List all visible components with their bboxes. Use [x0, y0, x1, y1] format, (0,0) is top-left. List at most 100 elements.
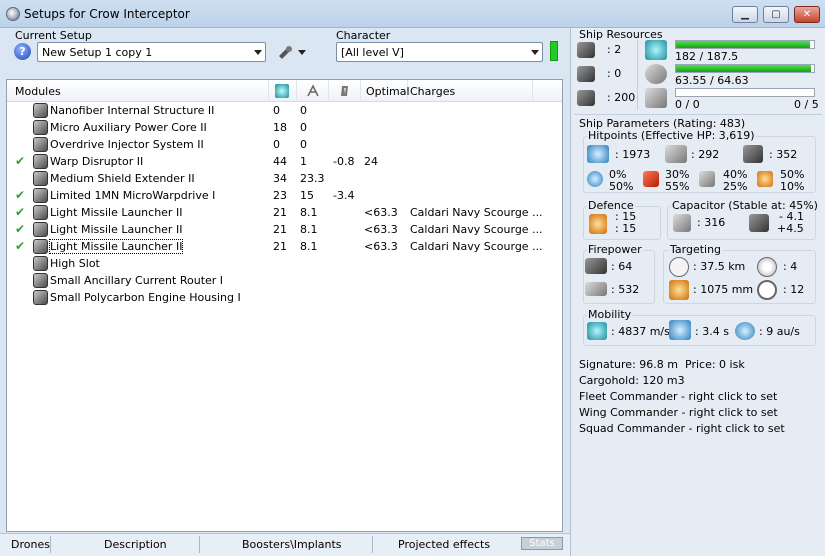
module-name: Warp Disruptor II — [50, 155, 144, 168]
col-power[interactable] — [297, 80, 329, 102]
setup-tools-icon[interactable] — [276, 43, 308, 61]
modules-header: Modules Optimal Charges — [7, 80, 562, 102]
setup-select-value: New Setup 1 copy 1 — [42, 46, 153, 59]
launcher-hardpoint-icon — [577, 66, 595, 82]
power-grid-icon — [306, 84, 320, 98]
module-cpu: 21 — [273, 223, 287, 236]
module-power: 8.1 — [300, 223, 318, 236]
module-power: 8.1 — [300, 240, 318, 253]
module-name: Overdrive Injector System II — [50, 138, 204, 151]
table-row[interactable]: Small Ancillary Current Router I — [7, 272, 562, 289]
module-power: 23.3 — [300, 172, 325, 185]
stats-button[interactable]: Stats — [521, 537, 563, 550]
setup-select[interactable]: New Setup 1 copy 1 — [37, 42, 266, 62]
table-row[interactable]: ✔ Light Missile Launcher II 21 8.1 <63.3 Cald… — [7, 204, 562, 221]
drone-bar — [675, 88, 815, 97]
explosive-resist-icon — [757, 171, 773, 187]
table-row[interactable]: Micro Auxiliary Power Core II 18 0 — [7, 119, 562, 136]
tab-projected-effects[interactable]: Projected effects — [398, 538, 490, 551]
col-optimal[interactable]: Optimal — [361, 80, 410, 102]
capacitor-recharge-icon — [749, 214, 769, 232]
armor-icon — [665, 145, 687, 163]
velocity-value: : 4837 m/s — [611, 325, 670, 338]
module-icon — [33, 290, 48, 305]
character-status-indicator — [550, 41, 558, 61]
squad-commander-slot[interactable]: Squad Commander - right click to set — [579, 422, 785, 435]
capacitor-icon — [673, 214, 691, 232]
col-charges[interactable]: Charges — [408, 80, 533, 102]
table-row[interactable]: ✔ Light Missile Launcher II 21 8.1 <63.3 Cald… — [7, 238, 562, 255]
sensor-strength: : 12 — [783, 283, 805, 296]
col-cpu[interactable] — [269, 80, 297, 102]
module-name: Micro Auxiliary Power Core II — [50, 121, 207, 134]
firepower-a: : 64 — [611, 260, 633, 273]
active-check-icon: ✔ — [15, 154, 26, 168]
drone-bandwidth-value: 0 / 5 — [794, 98, 819, 111]
tab-drones[interactable]: Drones — [11, 538, 50, 551]
velocity-icon — [587, 322, 607, 340]
table-row[interactable]: ✔ Light Missile Launcher II 21 8.1 <63.3 Cald… — [7, 221, 562, 238]
table-row[interactable]: ✔ Warp Disruptor II 44 1 -0.8 24 — [7, 153, 562, 170]
col-charges-label: Charges — [410, 85, 456, 98]
module-power: 8.1 — [300, 206, 318, 219]
thermal-resist-b: 55% — [665, 180, 690, 193]
shield-hp: : 1973 — [615, 148, 651, 161]
armor-hp: : 292 — [691, 148, 720, 161]
module-name: Light Missile Launcher II — [48, 239, 184, 254]
fleet-commander-slot[interactable]: Fleet Commander - right click to set — [579, 390, 777, 403]
divider — [574, 114, 822, 115]
module-icon — [33, 239, 48, 254]
module-optimal: <63.3 — [364, 206, 398, 219]
modules-list[interactable]: Modules Optimal Charges Nanofiber Intern… — [6, 79, 563, 532]
module-optimal: <63.3 — [364, 240, 398, 253]
drone-bandwidth-icon — [645, 88, 667, 108]
character-select-value: [All level V] — [341, 46, 404, 59]
cpu-value: 182 / 187.5 — [675, 50, 739, 63]
sensor-strength-icon — [757, 280, 777, 300]
shield-icon — [587, 145, 609, 163]
maximize-button[interactable]: ▢ — [763, 6, 789, 23]
tab-boosters-implants[interactable]: Boosters\Implants — [242, 538, 342, 551]
signature-text: Signature: 96.8 m — [579, 358, 678, 371]
table-row[interactable]: Overdrive Injector System II 0 0 — [7, 136, 562, 153]
thermal-resist-icon — [643, 171, 659, 187]
module-icon — [33, 171, 48, 186]
firepower-title: Firepower — [587, 243, 643, 256]
help-icon[interactable]: ? — [14, 43, 31, 60]
module-capacitor: -0.8 — [333, 155, 355, 168]
defence-icon — [589, 214, 607, 234]
module-name: Light Missile Launcher II — [50, 223, 183, 236]
table-row[interactable]: Medium Shield Extender II 34 23.3 — [7, 170, 562, 187]
launcher-hardpoints: : 0 — [607, 67, 622, 80]
target-range: : 37.5 km — [693, 260, 746, 273]
cargohold-text: Cargohold: 120 m3 — [579, 374, 685, 387]
cpu-icon — [645, 40, 667, 60]
module-optimal: <63.3 — [364, 223, 398, 236]
module-icon — [33, 273, 48, 288]
col-modules[interactable]: Modules — [7, 80, 269, 102]
active-check-icon: ✔ — [15, 222, 26, 236]
table-row[interactable]: High Slot — [7, 255, 562, 272]
module-power: 15 — [300, 189, 314, 202]
table-row[interactable]: ✔ Limited 1MN MicroWarpdrive I 23 15 -3.4 — [7, 187, 562, 204]
col-capacitor[interactable] — [329, 80, 361, 102]
price-text: Price: 0 isk — [685, 358, 745, 371]
module-name: Nanofiber Internal Structure II — [50, 104, 215, 117]
character-select[interactable]: [All level V] — [336, 42, 543, 62]
minimize-button[interactable]: ▁ — [732, 6, 758, 23]
module-cpu: 34 — [273, 172, 287, 185]
scan-resolution-icon — [669, 280, 689, 300]
target-range-icon — [669, 257, 689, 277]
power-value: 63.55 / 64.63 — [675, 74, 749, 87]
close-button[interactable]: ✕ — [794, 6, 820, 23]
firepower-b: : 532 — [611, 283, 640, 296]
table-row[interactable]: Nanofiber Internal Structure II 0 0 — [7, 102, 562, 119]
table-row[interactable]: Small Polycarbon Engine Housing I — [7, 289, 562, 306]
app-icon — [6, 7, 20, 21]
tab-description[interactable]: Description — [104, 538, 167, 551]
wing-commander-slot[interactable]: Wing Commander - right click to set — [579, 406, 778, 419]
chevron-down-icon — [254, 50, 262, 55]
mobility-title: Mobility — [587, 308, 633, 321]
col-optimal-label: Optimal — [366, 85, 410, 98]
tab-divider — [50, 536, 51, 553]
